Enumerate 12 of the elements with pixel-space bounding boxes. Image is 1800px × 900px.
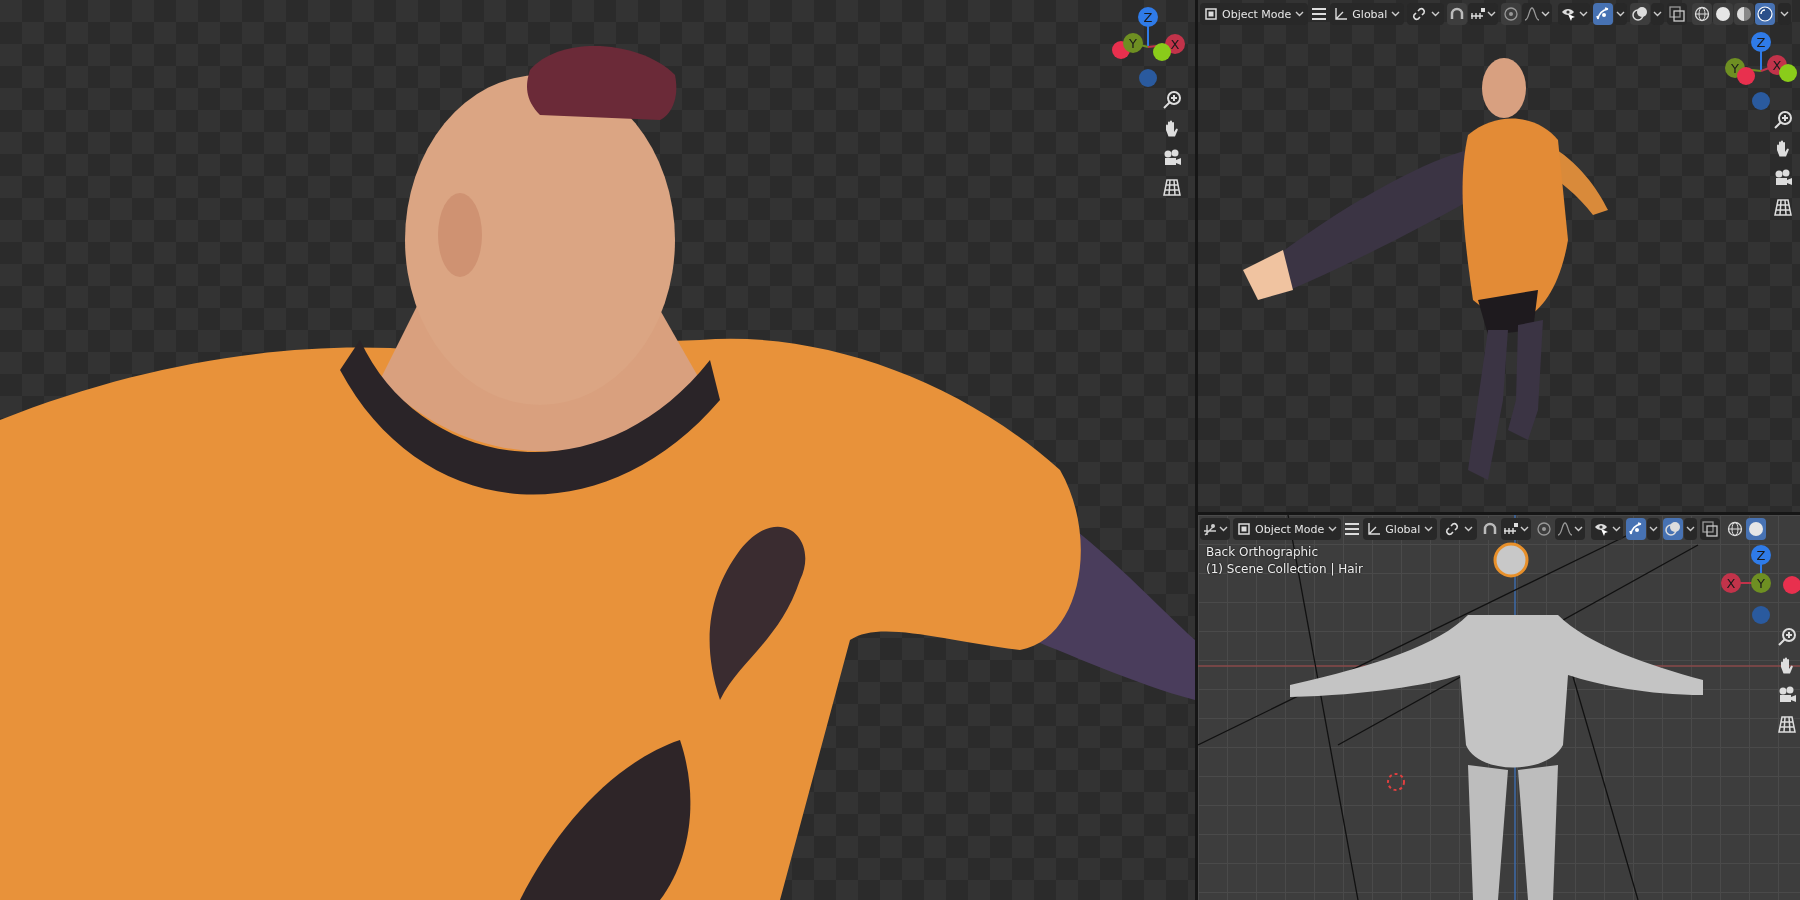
orientation-dropdown[interactable]: Global — [1330, 3, 1405, 25]
mode-dropdown[interactable]: Object Mode — [1200, 3, 1309, 25]
axis-handle[interactable]: Y — [1123, 33, 1143, 53]
axis-handle[interactable]: Y — [1751, 573, 1771, 593]
axis-handle[interactable]: Z — [1751, 32, 1771, 52]
axis-handle[interactable]: Z — [1138, 7, 1158, 27]
view-name: Back Orthographic — [1206, 545, 1320, 559]
axis-handle[interactable]: X — [1721, 573, 1741, 593]
collection-info: (1) Scene Collection | Hair — [1206, 562, 1363, 576]
orientation-dropdown[interactable]: Global — [1363, 518, 1438, 540]
axis-handle[interactable]: Z — [1751, 545, 1771, 565]
mode-dropdown[interactable]: Object Mode — [1233, 518, 1342, 540]
